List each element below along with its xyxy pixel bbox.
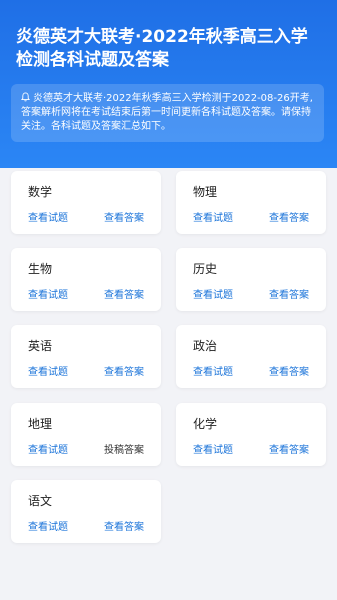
view-questions-link[interactable]: 查看试题 [193, 363, 233, 378]
view-questions-link[interactable]: 查看试题 [28, 441, 68, 456]
view-questions-link[interactable]: 查看试题 [28, 286, 68, 301]
subject-name: 生物 [28, 262, 53, 276]
subject-name: 地理 [28, 417, 53, 431]
subject-card-physics: 物理 查看试题 查看答案 [176, 171, 326, 234]
view-questions-link[interactable]: 查看试题 [193, 441, 233, 456]
view-answers-link[interactable]: 查看答案 [269, 209, 309, 224]
view-answers-link[interactable]: 查看答案 [104, 209, 144, 224]
view-questions-link[interactable]: 查看试题 [28, 518, 68, 533]
notice-content: 炎德英才大联考·2022年秋季高三入学检测于2022-08-26开考,答案解析网… [21, 93, 313, 132]
view-answers-link[interactable]: 查看答案 [104, 518, 144, 533]
page-title: 炎德英才大联考·2022年秋季高三入学检测各科试题及答案 [16, 27, 308, 70]
notice-box: 炎德英才大联考·2022年秋季高三入学检测于2022-08-26开考,答案解析网… [11, 84, 324, 142]
bell-icon [21, 92, 30, 102]
view-answers-link[interactable]: 查看答案 [269, 441, 309, 456]
subject-name: 物理 [193, 185, 218, 199]
subject-card-chinese: 语文 查看试题 查看答案 [11, 480, 161, 543]
subject-card-math: 数学 查看试题 查看答案 [11, 171, 161, 234]
subject-card-geography: 地理 查看试题 投稿答案 [11, 403, 161, 466]
subject-name: 化学 [193, 417, 218, 431]
subject-name: 英语 [28, 339, 53, 353]
view-questions-link[interactable]: 查看试题 [193, 286, 233, 301]
view-answers-link[interactable]: 查看答案 [269, 286, 309, 301]
view-answers-link[interactable]: 查看答案 [269, 363, 309, 378]
subject-card-politics: 政治 查看试题 查看答案 [176, 325, 326, 388]
subject-name: 历史 [193, 262, 218, 276]
view-questions-link[interactable]: 查看试题 [28, 363, 68, 378]
view-answers-link[interactable]: 查看答案 [104, 286, 144, 301]
subject-name: 语文 [28, 494, 53, 508]
subject-card-english: 英语 查看试题 查看答案 [11, 325, 161, 388]
subject-name: 数学 [28, 185, 53, 199]
subject-card-biology: 生物 查看试题 查看答案 [11, 248, 161, 311]
subject-card-history: 历史 查看试题 查看答案 [176, 248, 326, 311]
subject-name: 政治 [193, 339, 218, 353]
view-questions-link[interactable]: 查看试题 [193, 209, 233, 224]
submit-answers-link[interactable]: 投稿答案 [104, 441, 144, 456]
subject-card-chemistry: 化学 查看试题 查看答案 [176, 403, 326, 466]
view-answers-link[interactable]: 查看答案 [104, 363, 144, 378]
notice-text: 炎德英才大联考·2022年秋季高三入学检测于2022-08-26开考,答案解析网… [21, 92, 314, 134]
view-questions-link[interactable]: 查看试题 [28, 209, 68, 224]
